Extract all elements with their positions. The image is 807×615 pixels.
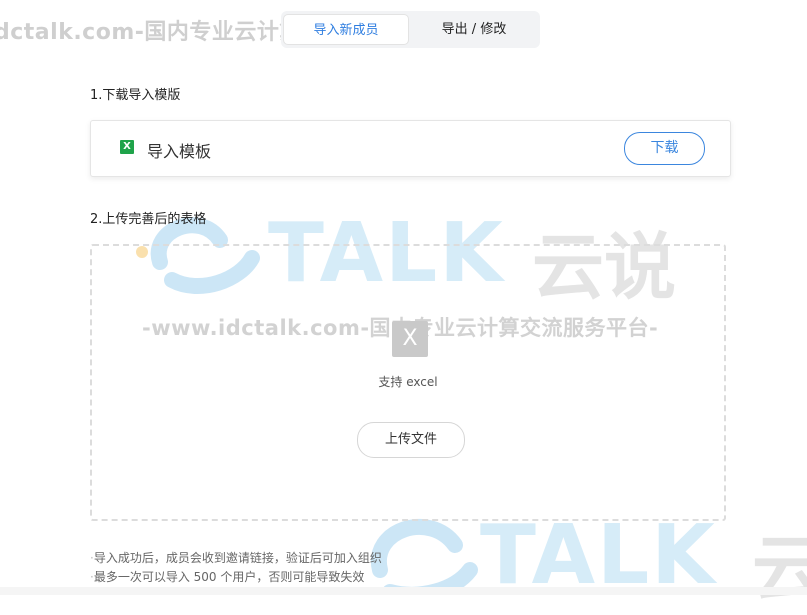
tab-export-modify[interactable]: 导出 / 修改 (411, 14, 537, 45)
note-text: 最多一次可以导入 500 个用户，否则可能导致失效 (93, 570, 365, 584)
upload-file-button[interactable]: 上传文件 (357, 422, 465, 458)
import-notes: ·导入成功后，成员会收到邀请链接，验证后可加入组织 ·最多一次可以导入 500 … (90, 549, 382, 587)
watermark-bottom-cn: 云 (752, 527, 807, 611)
excel-icon: X (120, 140, 134, 154)
step2-title: 2.上传完善后的表格 (90, 212, 207, 227)
upload-dropzone[interactable]: X 支持 excel 上传文件 (90, 244, 726, 521)
note-text: 导入成功后，成员会收到邀请链接，验证后可加入组织 (93, 551, 382, 565)
download-button[interactable]: 下载 (624, 132, 705, 165)
note-item: ·导入成功后，成员会收到邀请链接，验证后可加入组织 (90, 549, 382, 568)
template-card: X 导入模板 下载 (90, 120, 731, 177)
note-item: ·最多一次可以导入 500 个用户，否则可能导致失效 (90, 568, 382, 587)
import-export-tabs: 导入新成员 导出 / 修改 (281, 11, 540, 48)
tab-import-new-members[interactable]: 导入新成员 (283, 14, 409, 45)
step1-title: 1.下载导入模版 (90, 88, 181, 103)
support-format-text: 支持 excel (378, 375, 438, 389)
bottom-bar (0, 587, 807, 595)
excel-file-icon: X (392, 321, 428, 357)
template-name: 导入模板 (147, 142, 212, 161)
